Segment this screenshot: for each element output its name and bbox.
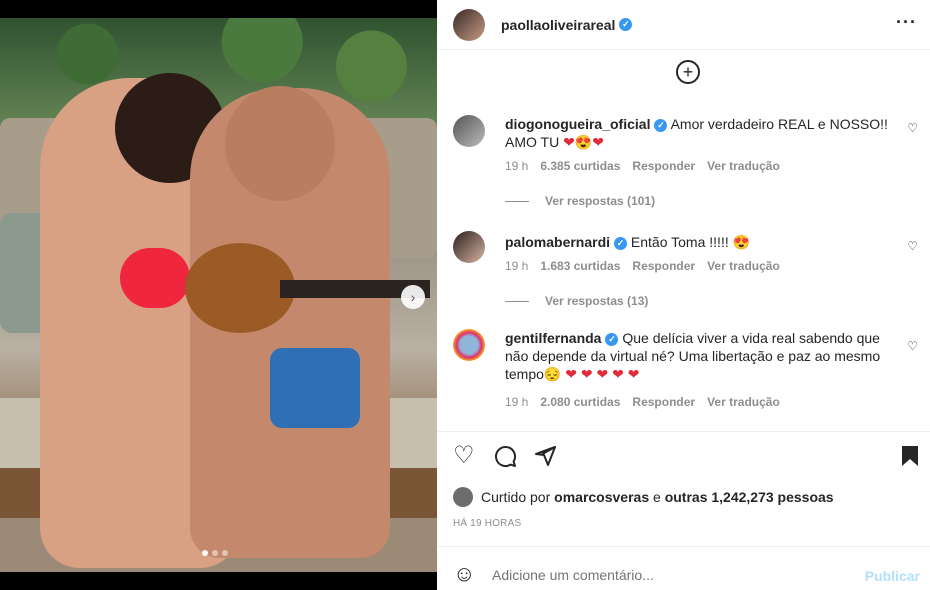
heart-emoji: ❤ [580,366,593,382]
verified-badge-icon: ✓ [654,118,668,132]
verified-badge-icon: ✓ [605,332,619,346]
commenter-avatar-story[interactable] [453,329,485,361]
post-timestamp[interactable]: HÁ 19 HORAS [453,518,521,529]
commenter-username[interactable]: palomabernardi [505,234,610,250]
post-photo[interactable]: › [0,0,437,590]
view-replies-label: Ver respostas (101) [545,194,656,208]
comment-meta: 19 h 1.683 curtidas Responder Ver traduç… [505,259,780,273]
author-avatar[interactable] [453,8,485,41]
author-username[interactable]: paollaoliveirareal [501,17,615,33]
replies-divider [505,200,529,202]
load-more-comments-button[interactable]: + [676,60,700,84]
comment-body: diogonogueira_oficial ✓ Amor verdadeiro R… [505,115,895,151]
comment-like-heart-icon[interactable]: ♡ [907,239,918,253]
bookmark-icon[interactable] [900,444,920,473]
comment-body: palomabernardi ✓ Então Toma !!!!! 😍 [505,233,895,251]
reply-button[interactable]: Responder [632,259,695,273]
comment-time: 19 h [505,395,529,409]
comment-like-heart-icon[interactable]: ♡ [907,339,918,353]
comment-likes[interactable]: 6.385 curtidas [540,159,620,173]
like-heart-icon[interactable]: ♡ [453,444,475,468]
reply-button[interactable]: Responder [632,395,695,409]
comment-input[interactable] [492,567,832,583]
liker-avatar[interactable] [453,487,473,507]
carousel-dots [202,550,228,556]
comment-likes[interactable]: 2.080 curtidas [540,395,620,409]
comment-bubble-icon[interactable] [493,444,517,473]
comment-composer: ☺ Publicar [437,546,930,590]
heart-emoji: ❤ [596,366,609,382]
emoji-smile-icon[interactable]: ☺ [453,561,475,587]
view-replies-button[interactable]: Ver respostas (101) [505,194,655,208]
view-replies-label: Ver respostas (13) [545,294,649,308]
photo-man-head [225,86,335,201]
photo-bikini [120,248,190,308]
translate-button[interactable]: Ver tradução [707,159,780,173]
share-send-icon[interactable] [533,444,557,473]
comment-meta: 19 h 6.385 curtidas Responder Ver traduç… [505,159,780,173]
post-comment-button[interactable]: Publicar [865,568,920,584]
liked-by-others[interactable]: outras 1,242,273 pessoas [665,489,834,505]
verified-badge-icon: ✓ [619,18,633,31]
commenter-username[interactable]: diogonogueira_oficial [505,116,650,132]
post-actions: ♡ [437,431,930,481]
comment-time: 19 h [505,259,529,273]
more-horizontal-icon[interactable]: ··· [896,12,917,33]
reply-button[interactable]: Responder [632,159,695,173]
replies-divider [505,300,529,302]
commenter-avatar[interactable] [453,231,485,263]
comment-body: gentilfernanda ✓ Que delícia viver a vida… [505,329,895,383]
post-header: paollaoliveirareal ✓ ··· [437,0,930,50]
heart-eyes-emoji: 😍 [732,234,751,250]
view-replies-button[interactable]: Ver respostas (13) [505,294,648,308]
heart-emoji: ❤ [565,366,577,382]
comments-list: + diogonogueira_oficial ✓ Amor verdadeiro… [437,51,930,431]
carousel-dot [202,550,208,556]
liked-by: Curtido por omarcosveras e outras 1,242,… [453,487,834,507]
commenter-avatar[interactable] [453,115,485,147]
heart-emoji: ❤ [563,134,575,150]
commenter-username[interactable]: gentilfernanda [505,330,601,346]
comment-likes[interactable]: 1.683 curtidas [540,259,620,273]
verified-badge-icon: ✓ [614,236,628,250]
carousel-dot [212,550,218,556]
comment-time: 19 h [505,159,529,173]
comment-text: Então Toma !!!!! [630,234,729,250]
heart-emoji: ❤ [627,366,640,382]
carousel-dot [222,550,228,556]
pensive-emoji: 😔 [543,366,562,382]
translate-button[interactable]: Ver tradução [707,395,780,409]
translate-button[interactable]: Ver tradução [707,259,780,273]
plus-circle-icon: + [682,62,694,82]
heart-emoji: ❤ [592,134,604,150]
photo-scene [0,18,437,572]
liked-by-prefix: Curtido por [481,489,551,505]
photo-shorts [270,348,360,428]
photo-guitar-body [185,243,295,333]
comment-like-heart-icon[interactable]: ♡ [907,121,918,135]
liked-by-connector: e [653,489,661,505]
post-side-panel: paollaoliveirareal ✓ ··· + diogonogueira… [437,0,930,590]
comment-meta: 19 h 2.080 curtidas Responder Ver traduç… [505,395,780,409]
chevron-right-icon: › [410,289,416,305]
liker-username[interactable]: omarcosveras [554,489,649,505]
heart-eyes-emoji: 😍 [574,134,593,150]
heart-emoji: ❤ [612,366,624,382]
carousel-next-button[interactable]: › [401,285,425,309]
